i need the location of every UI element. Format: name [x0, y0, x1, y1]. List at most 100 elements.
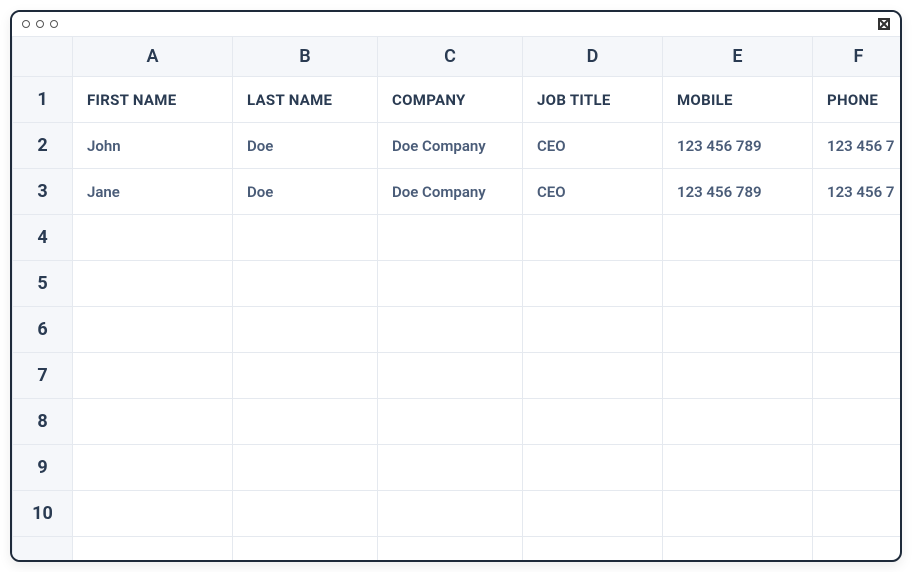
cell-E9[interactable]: [663, 445, 813, 491]
row-header-3[interactable]: 3: [13, 169, 73, 215]
cell-A10[interactable]: [73, 491, 233, 537]
row-header-5[interactable]: 5: [13, 261, 73, 307]
cell-F2[interactable]: 123 456 7: [813, 123, 901, 169]
row-header-1[interactable]: 1: [13, 77, 73, 123]
cell-D3[interactable]: CEO: [523, 169, 663, 215]
cell-B3[interactable]: Doe: [233, 169, 378, 215]
cell-B6[interactable]: [233, 307, 378, 353]
row-header-2[interactable]: 2: [13, 123, 73, 169]
cell-C1[interactable]: COMPANY: [378, 77, 523, 123]
cell-F5[interactable]: [813, 261, 901, 307]
table-row: 7: [13, 353, 901, 399]
cell-E10[interactable]: [663, 491, 813, 537]
cell-D1[interactable]: JOB TITLE: [523, 77, 663, 123]
cell-B8[interactable]: [233, 399, 378, 445]
table-row: 5: [13, 261, 901, 307]
cell-E8[interactable]: [663, 399, 813, 445]
cell-C11[interactable]: [378, 537, 523, 561]
cell-C4[interactable]: [378, 215, 523, 261]
column-header-F[interactable]: F: [813, 37, 901, 77]
cell-A3[interactable]: Jane: [73, 169, 233, 215]
cell-F9[interactable]: [813, 445, 901, 491]
select-all-corner[interactable]: [13, 37, 73, 77]
cell-B1[interactable]: LAST NAME: [233, 77, 378, 123]
cell-D5[interactable]: [523, 261, 663, 307]
cell-C9[interactable]: [378, 445, 523, 491]
window-control-minimize-icon[interactable]: [36, 20, 44, 28]
cell-C6[interactable]: [378, 307, 523, 353]
row-header-9[interactable]: 9: [13, 445, 73, 491]
cell-E2[interactable]: 123 456 789: [663, 123, 813, 169]
cell-E4[interactable]: [663, 215, 813, 261]
table-row: 9: [13, 445, 901, 491]
spreadsheet-grid[interactable]: A B C D E F 1 FIRST NAME LAST NAME COMPA…: [12, 36, 900, 560]
cell-F7[interactable]: [813, 353, 901, 399]
cell-B7[interactable]: [233, 353, 378, 399]
column-header-D[interactable]: D: [523, 37, 663, 77]
cell-C8[interactable]: [378, 399, 523, 445]
table-row: [13, 537, 901, 561]
cell-E11[interactable]: [663, 537, 813, 561]
cell-D11[interactable]: [523, 537, 663, 561]
cell-F4[interactable]: [813, 215, 901, 261]
cell-A2[interactable]: John: [73, 123, 233, 169]
cell-A4[interactable]: [73, 215, 233, 261]
cell-E5[interactable]: [663, 261, 813, 307]
column-header-E[interactable]: E: [663, 37, 813, 77]
cell-D7[interactable]: [523, 353, 663, 399]
row-header-4[interactable]: 4: [13, 215, 73, 261]
cell-A1[interactable]: FIRST NAME: [73, 77, 233, 123]
cell-A5[interactable]: [73, 261, 233, 307]
cell-B2[interactable]: Doe: [233, 123, 378, 169]
row-header-7[interactable]: 7: [13, 353, 73, 399]
cell-D6[interactable]: [523, 307, 663, 353]
table-row: 8: [13, 399, 901, 445]
cell-A8[interactable]: [73, 399, 233, 445]
cell-B5[interactable]: [233, 261, 378, 307]
cell-D10[interactable]: [523, 491, 663, 537]
cell-C3[interactable]: Doe Company: [378, 169, 523, 215]
cell-D8[interactable]: [523, 399, 663, 445]
cell-F1[interactable]: PHONE: [813, 77, 901, 123]
cell-F10[interactable]: [813, 491, 901, 537]
cell-D9[interactable]: [523, 445, 663, 491]
cell-B11[interactable]: [233, 537, 378, 561]
column-header-C[interactable]: C: [378, 37, 523, 77]
close-icon[interactable]: [878, 15, 890, 34]
cell-C10[interactable]: [378, 491, 523, 537]
cell-D2[interactable]: CEO: [523, 123, 663, 169]
cell-C7[interactable]: [378, 353, 523, 399]
cell-B10[interactable]: [233, 491, 378, 537]
cell-B4[interactable]: [233, 215, 378, 261]
column-header-A[interactable]: A: [73, 37, 233, 77]
cell-E6[interactable]: [663, 307, 813, 353]
cell-C5[interactable]: [378, 261, 523, 307]
cell-D4[interactable]: [523, 215, 663, 261]
cell-E3[interactable]: 123 456 789: [663, 169, 813, 215]
table-row: 3 Jane Doe Doe Company CEO 123 456 789 1…: [13, 169, 901, 215]
cell-A9[interactable]: [73, 445, 233, 491]
cell-A7[interactable]: [73, 353, 233, 399]
titlebar: [12, 12, 900, 36]
cell-E7[interactable]: [663, 353, 813, 399]
spreadsheet-window: A B C D E F 1 FIRST NAME LAST NAME COMPA…: [10, 10, 902, 562]
cell-F3[interactable]: 123 456 7: [813, 169, 901, 215]
cell-E1[interactable]: MOBILE: [663, 77, 813, 123]
cell-C2[interactable]: Doe Company: [378, 123, 523, 169]
cell-A11[interactable]: [73, 537, 233, 561]
row-header-11[interactable]: [13, 537, 73, 561]
window-control-close-icon[interactable]: [22, 20, 30, 28]
grid-table: A B C D E F 1 FIRST NAME LAST NAME COMPA…: [12, 36, 900, 560]
row-header-8[interactable]: 8: [13, 399, 73, 445]
row-header-10[interactable]: 10: [13, 491, 73, 537]
cell-B9[interactable]: [233, 445, 378, 491]
cell-A6[interactable]: [73, 307, 233, 353]
table-row: 10: [13, 491, 901, 537]
table-row: 1 FIRST NAME LAST NAME COMPANY JOB TITLE…: [13, 77, 901, 123]
column-header-B[interactable]: B: [233, 37, 378, 77]
window-control-zoom-icon[interactable]: [50, 20, 58, 28]
row-header-6[interactable]: 6: [13, 307, 73, 353]
cell-F8[interactable]: [813, 399, 901, 445]
cell-F11[interactable]: [813, 537, 901, 561]
cell-F6[interactable]: [813, 307, 901, 353]
